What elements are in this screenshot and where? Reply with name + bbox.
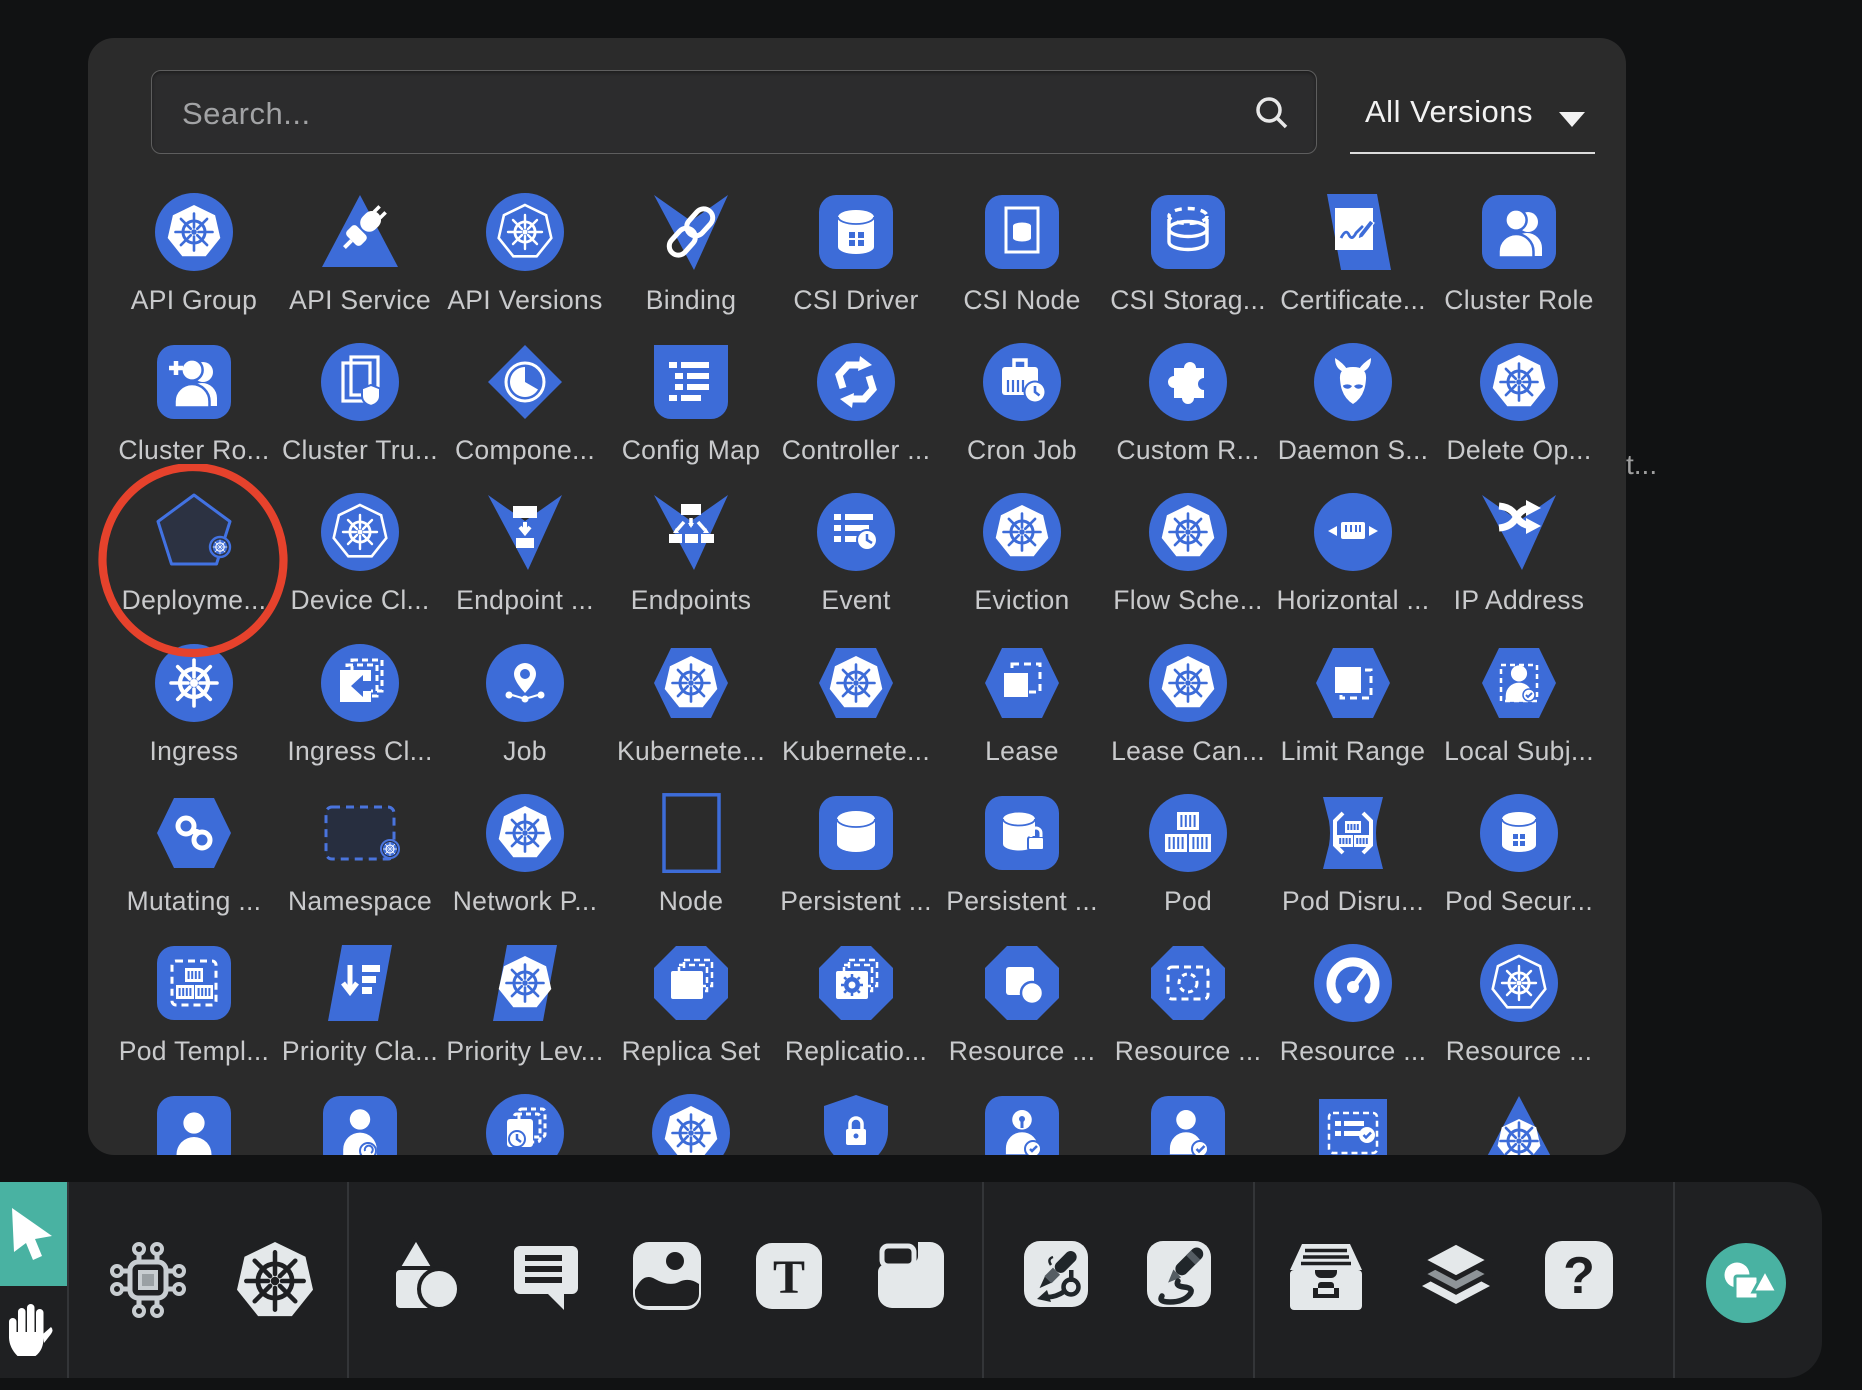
svg-text:?: ? xyxy=(1563,1247,1595,1305)
svg-text:T: T xyxy=(773,1251,805,1304)
